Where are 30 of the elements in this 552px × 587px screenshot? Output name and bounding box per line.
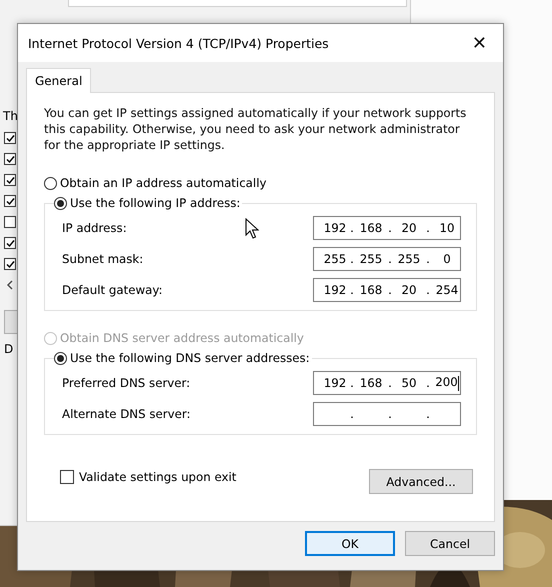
checkbox[interactable] [4, 237, 16, 249]
ip-address-field[interactable]: 255 . 255 . 255 . 0 [313, 247, 461, 271]
checkbox[interactable] [4, 258, 16, 270]
checkbox[interactable] [4, 174, 16, 186]
dialog-button[interactable]: OK [305, 531, 395, 556]
checkbox[interactable] [4, 216, 16, 228]
field-label: Subnet mask: [62, 252, 144, 266]
ip-address-field[interactable]: . . . [313, 402, 461, 426]
window-title: Internet Protocol Version 4 (TCP/IPv4) Properties [28, 36, 329, 50]
ip-address-field[interactable]: 192 . 168 . 20 . 10 [313, 216, 461, 240]
button[interactable] [4, 310, 18, 334]
field-label: Default gateway: [62, 283, 162, 297]
close-button[interactable]: ✕ [468, 32, 491, 54]
checkbox[interactable] [4, 195, 16, 207]
tab[interactable]: General [26, 68, 92, 93]
advanced-button[interactable]: Advanced... [369, 469, 473, 494]
label: D [4, 342, 14, 356]
description-text: You can get IP settings assigned automatically if your network supports this capability. Otherwise, you need to ask your network administrator for the appropriate IP settings. [44, 105, 468, 153]
cursor-icon [245, 218, 260, 240]
field-label: IP address: [62, 221, 127, 235]
field-label: Alternate DNS server: [62, 407, 190, 421]
ip-address-field[interactable]: 192 . 168 . 50 . 200 [313, 371, 461, 395]
checkbox[interactable] [4, 153, 16, 165]
ip-address-field[interactable]: 192 . 168 . 20 . 254 [313, 278, 461, 302]
checkbox[interactable] [4, 132, 16, 144]
label: Th [3, 109, 18, 123]
scroll-left-icon[interactable] [5, 279, 15, 291]
validate-checkbox[interactable]: Validate settings upon exit [60, 470, 236, 484]
dialog-button[interactable]: Cancel [405, 531, 495, 556]
field-label: Preferred DNS server: [62, 376, 190, 390]
